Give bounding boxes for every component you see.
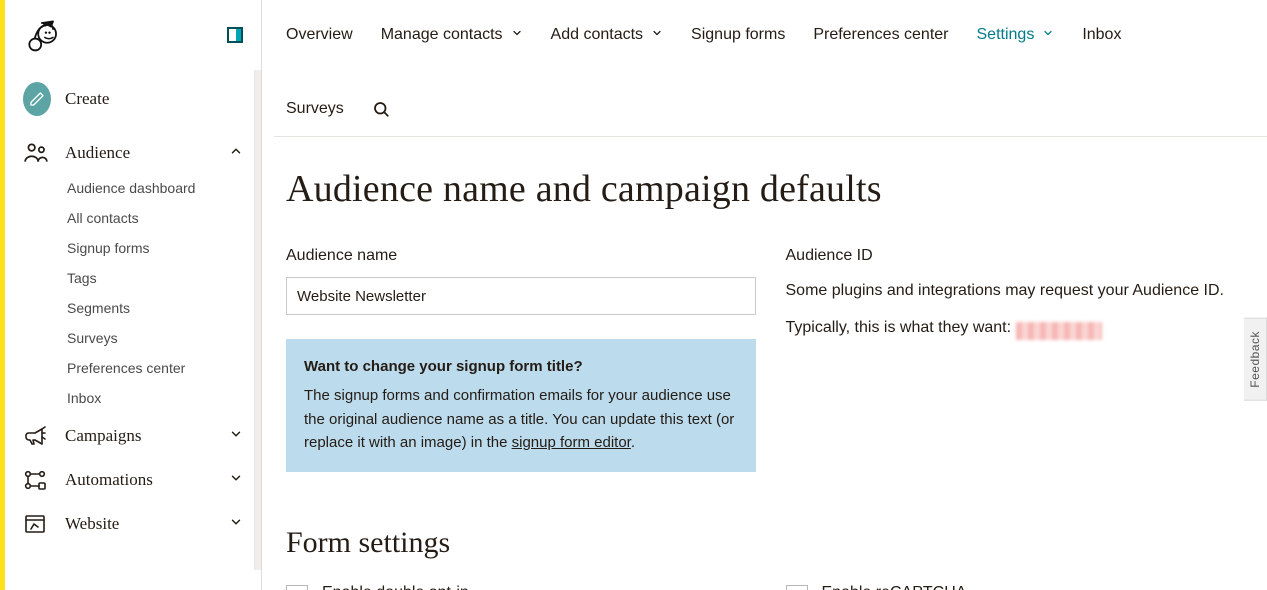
tab-settings[interactable]: Settings <box>977 26 1055 44</box>
nav-automations-label: Automations <box>65 470 153 490</box>
tab-surveys[interactable]: Surveys <box>286 100 344 118</box>
flow-icon <box>23 468 51 492</box>
col-right: Audience ID Some plugins and integration… <box>786 247 1256 472</box>
form-col-left: Enable double opt-in Send contacts an op… <box>286 584 756 590</box>
form-settings-title: Form settings <box>286 526 1255 560</box>
audience-id-value-redacted <box>1016 322 1102 340</box>
megaphone-icon <box>23 424 51 448</box>
nav-sub-signup-forms[interactable]: Signup forms <box>67 240 261 256</box>
nav-create[interactable]: Create <box>5 78 261 130</box>
tab-label: Preferences center <box>813 26 948 44</box>
checkbox-double-optin-text: Enable double opt-in Send contacts an op… <box>322 584 678 590</box>
nav-sub-tags[interactable]: Tags <box>67 270 261 286</box>
nav-campaigns-label: Campaigns <box>65 426 142 446</box>
chevron-down-icon <box>229 426 243 446</box>
tab-preferences-center[interactable]: Preferences center <box>813 26 948 44</box>
checkbox-label: Enable double opt-in <box>322 584 678 590</box>
nav-sub-surveys[interactable]: Surveys <box>67 330 261 346</box>
nav-audience-subitems: Audience dashboard All contacts Signup f… <box>5 176 261 414</box>
audience-id-desc-2: Typically, this is what they want: <box>786 314 1256 341</box>
browser-icon <box>23 512 51 536</box>
brand-logo[interactable] <box>21 16 59 54</box>
main-content: Overview Manage contacts Add contacts Si… <box>262 0 1267 590</box>
sidebar-collapse-toggle[interactable] <box>227 27 243 43</box>
audience-id-label: Audience ID <box>786 247 1256 265</box>
col-left: Audience name Want to change your signup… <box>286 247 756 472</box>
audience-name-input[interactable] <box>286 277 756 315</box>
tab-label: Signup forms <box>691 26 785 44</box>
nav-sub-all-contacts[interactable]: All contacts <box>67 210 261 226</box>
tab-label: Add contacts <box>551 26 644 44</box>
nav-create-label: Create <box>65 89 109 109</box>
nav-website-label: Website <box>65 514 119 534</box>
audience-id-desc-1: Some plugins and integrations may reques… <box>786 277 1256 304</box>
chevron-down-icon <box>1042 26 1054 44</box>
nav-audience-label: Audience <box>65 143 130 163</box>
info-box: Want to change your signup form title? T… <box>286 339 756 472</box>
tab-label: Settings <box>977 26 1035 44</box>
info-box-body: The signup forms and confirmation emails… <box>304 384 738 454</box>
info-box-title: Want to change your signup form title? <box>304 355 738 378</box>
tab-label: Surveys <box>286 100 344 118</box>
checkbox-recaptcha-text: Enable reCAPTCHA This helps prevent spam… <box>822 584 1195 590</box>
nav-website[interactable]: Website <box>5 502 261 546</box>
checkbox-double-optin[interactable] <box>286 585 308 590</box>
tab-label: Overview <box>286 26 353 44</box>
tab-add-contacts[interactable]: Add contacts <box>551 26 664 44</box>
nav-sub-audience-dashboard[interactable]: Audience dashboard <box>67 180 261 196</box>
audience-name-label: Audience name <box>286 247 756 265</box>
sidebar-scrollbar[interactable] <box>254 70 261 570</box>
checkbox-recaptcha[interactable] <box>786 585 808 590</box>
chevron-down-icon <box>229 514 243 534</box>
signup-form-editor-link[interactable]: signup form editor <box>512 434 631 451</box>
pencil-icon <box>23 82 51 116</box>
nav-campaigns[interactable]: Campaigns <box>5 414 261 458</box>
tab-label: Manage contacts <box>381 26 503 44</box>
search-icon[interactable] <box>372 100 390 118</box>
nav-sub-preferences-center[interactable]: Preferences center <box>67 360 261 376</box>
audience-icon <box>23 140 51 166</box>
chevron-down-icon <box>229 470 243 490</box>
sidebar-nav: Create Audience Audience dashboard All c… <box>5 70 261 554</box>
feedback-tab[interactable]: Feedback <box>1244 318 1267 401</box>
tab-overview[interactable]: Overview <box>286 26 353 44</box>
sidebar: Create Audience Audience dashboard All c… <box>5 0 262 590</box>
nav-sub-segments[interactable]: Segments <box>67 300 261 316</box>
page-content: Audience name and campaign defaults Audi… <box>274 137 1267 590</box>
tab-label: Inbox <box>1082 26 1121 44</box>
nav-automations[interactable]: Automations <box>5 458 261 502</box>
audience-id-desc-2-text: Typically, this is what they want: <box>786 319 1016 336</box>
tab-bar: Overview Manage contacts Add contacts Si… <box>274 0 1267 137</box>
info-text-end: . <box>631 434 635 451</box>
chevron-up-icon <box>229 143 243 163</box>
chevron-down-icon <box>511 26 523 44</box>
tab-inbox[interactable]: Inbox <box>1082 26 1121 44</box>
nav-audience[interactable]: Audience <box>5 130 261 176</box>
tab-signup-forms[interactable]: Signup forms <box>691 26 785 44</box>
chevron-down-icon <box>651 26 663 44</box>
form-col-right: Enable reCAPTCHA This helps prevent spam… <box>786 584 1256 590</box>
nav-sub-inbox[interactable]: Inbox <box>67 390 261 406</box>
checkbox-label: Enable reCAPTCHA <box>822 584 1195 590</box>
sidebar-header <box>5 0 261 70</box>
page-title: Audience name and campaign defaults <box>286 167 1255 211</box>
tab-manage-contacts[interactable]: Manage contacts <box>381 26 523 44</box>
